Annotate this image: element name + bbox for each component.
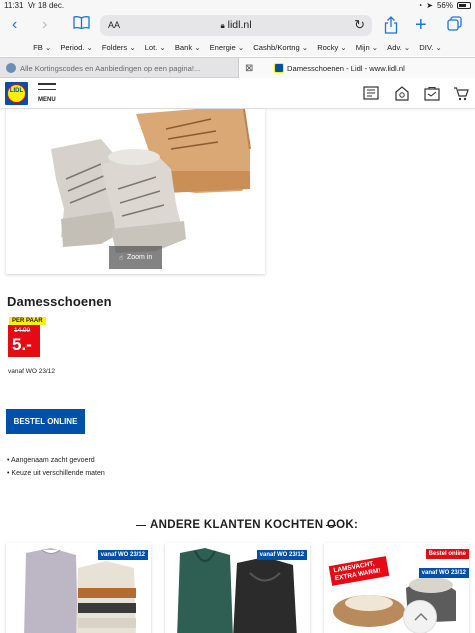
- bookmark-bank[interactable]: Bank ⌄: [175, 43, 201, 52]
- tab-bar: Alle Kortingscodes en Aanbiedingen op ee…: [0, 57, 475, 78]
- order-online-button[interactable]: BESTEL ONLINE: [6, 409, 85, 434]
- price-box: 14.99 5.-: [8, 325, 40, 357]
- status-indicators: ◔ ➤ 56%: [417, 1, 471, 10]
- feature-item: Aangenaam zacht gevoerd: [7, 457, 95, 464]
- bookmark-mijn[interactable]: Mijn ⌄: [356, 43, 378, 52]
- menu-label: MENU: [38, 97, 56, 103]
- url-text: 🔒︎ lidl.nl: [100, 19, 372, 31]
- availability-badge: vanaf WO 23/12: [256, 550, 307, 560]
- store-search-icon[interactable]: [394, 86, 410, 102]
- lidl-logo[interactable]: LIDL: [5, 82, 28, 105]
- wifi-icon: ◔: [417, 1, 423, 10]
- old-price: 14.99: [14, 327, 31, 334]
- logo-text: LIDL: [9, 88, 24, 94]
- order-online-badge: Bestel online: [425, 549, 469, 559]
- forward-icon[interactable]: ›: [42, 16, 47, 34]
- scroll-to-top-button[interactable]: [403, 600, 437, 633]
- product-title: Damesschoenen: [7, 294, 112, 309]
- bookmark-period[interactable]: Period. ⌄: [60, 43, 93, 52]
- tabs-overview-icon[interactable]: [447, 16, 462, 36]
- availability-badge: vanaf WO 23/12: [97, 550, 148, 560]
- location-icon: ➤: [426, 1, 433, 10]
- battery-percentage: 56%: [436, 1, 453, 10]
- availability-badge: vanaf WO 23/12: [418, 568, 469, 578]
- bookmarks-book-icon[interactable]: [73, 16, 90, 34]
- hamburger-icon: [38, 83, 56, 85]
- bookmark-rocky[interactable]: Rocky ⌄: [317, 43, 347, 52]
- mylidl-icon[interactable]: [424, 86, 440, 102]
- back-icon[interactable]: ‹: [12, 16, 17, 34]
- battery-icon: [457, 2, 471, 9]
- feature-item: Keuze uit verschillende maten: [7, 470, 104, 477]
- status-bar: 11:31 Vr 18 dec. ◔ ➤ 56%: [0, 0, 475, 12]
- heading-dash: [326, 525, 336, 526]
- recommendation-card-sweaters[interactable]: vanaf WO 23/12: [6, 543, 151, 633]
- zoom-label: Zoom in: [126, 254, 153, 261]
- bookmark-lot[interactable]: Lot. ⌄: [145, 43, 166, 52]
- share-icon[interactable]: [384, 16, 398, 39]
- close-tab-icon[interactable]: ⊠: [245, 63, 253, 74]
- tab-damesschoenen[interactable]: ⊠ Damesschoenen - Lidl - www.lidl.nl: [238, 58, 475, 78]
- hamburger-line: [38, 88, 56, 90]
- site-header: LIDL MENU: [0, 79, 475, 109]
- product-image-card[interactable]: ☝︎ Zoom in: [6, 108, 265, 274]
- tab-label: Alle Kortingscodes en Aanbiedingen op ee…: [20, 63, 201, 73]
- recommendation-card-blouses[interactable]: vanaf WO 23/12: [165, 543, 310, 633]
- bookmark-cashback[interactable]: Cashb/Kortng ⌄: [253, 43, 308, 52]
- heading-dash: [136, 525, 146, 526]
- tab-label: Damesschoenen - Lidl - www.lidl.nl: [287, 63, 405, 73]
- menu-button[interactable]: MENU: [38, 83, 58, 103]
- bookmark-energie[interactable]: Energie ⌄: [210, 43, 245, 52]
- price-unit-tag: PER PAAR: [9, 317, 46, 325]
- recommendation-card-slippers[interactable]: Bestel online vanaf WO 23/12 LAMSVACHT, …: [324, 543, 469, 633]
- zoom-hand-icon: ☝︎: [118, 254, 123, 262]
- bookmark-div[interactable]: DIV. ⌄: [419, 43, 442, 52]
- zoom-in-button[interactable]: ☝︎ Zoom in: [109, 246, 162, 269]
- brochure-icon[interactable]: [363, 86, 379, 102]
- bookmark-folders[interactable]: Folders ⌄: [102, 43, 136, 52]
- current-price: 5.-: [12, 335, 32, 354]
- bookmark-fb[interactable]: FB ⌄: [33, 43, 51, 52]
- browser-toolbar: ‹ › AA 🔒︎ lidl.nl ↻ +: [0, 12, 475, 39]
- address-bar[interactable]: AA 🔒︎ lidl.nl ↻: [100, 15, 372, 36]
- chevron-up-icon: [414, 612, 428, 621]
- lock-icon: 🔒︎: [220, 21, 225, 30]
- kortingscodes-favicon-icon: [6, 63, 16, 73]
- url-label: lidl.nl: [227, 19, 252, 31]
- lidl-favicon-icon: [274, 63, 284, 73]
- new-tab-icon[interactable]: +: [415, 15, 427, 35]
- bookmarks-bar: FB ⌄ Period. ⌄ Folders ⌄ Lot. ⌄ Bank ⌄ E…: [0, 39, 475, 56]
- status-time: 11:31: [4, 1, 24, 10]
- reload-icon[interactable]: ↻: [354, 17, 365, 33]
- bookmark-adv[interactable]: Adv. ⌄: [387, 43, 410, 52]
- status-time-date: 11:31 Vr 18 dec.: [4, 1, 64, 10]
- cart-icon[interactable]: [453, 86, 469, 102]
- status-date: Vr 18 dec.: [27, 1, 65, 10]
- tab-kortingscodes[interactable]: Alle Kortingscodes en Aanbiedingen op ee…: [0, 58, 238, 78]
- availability-date: vanaf WO 23/12: [8, 368, 55, 375]
